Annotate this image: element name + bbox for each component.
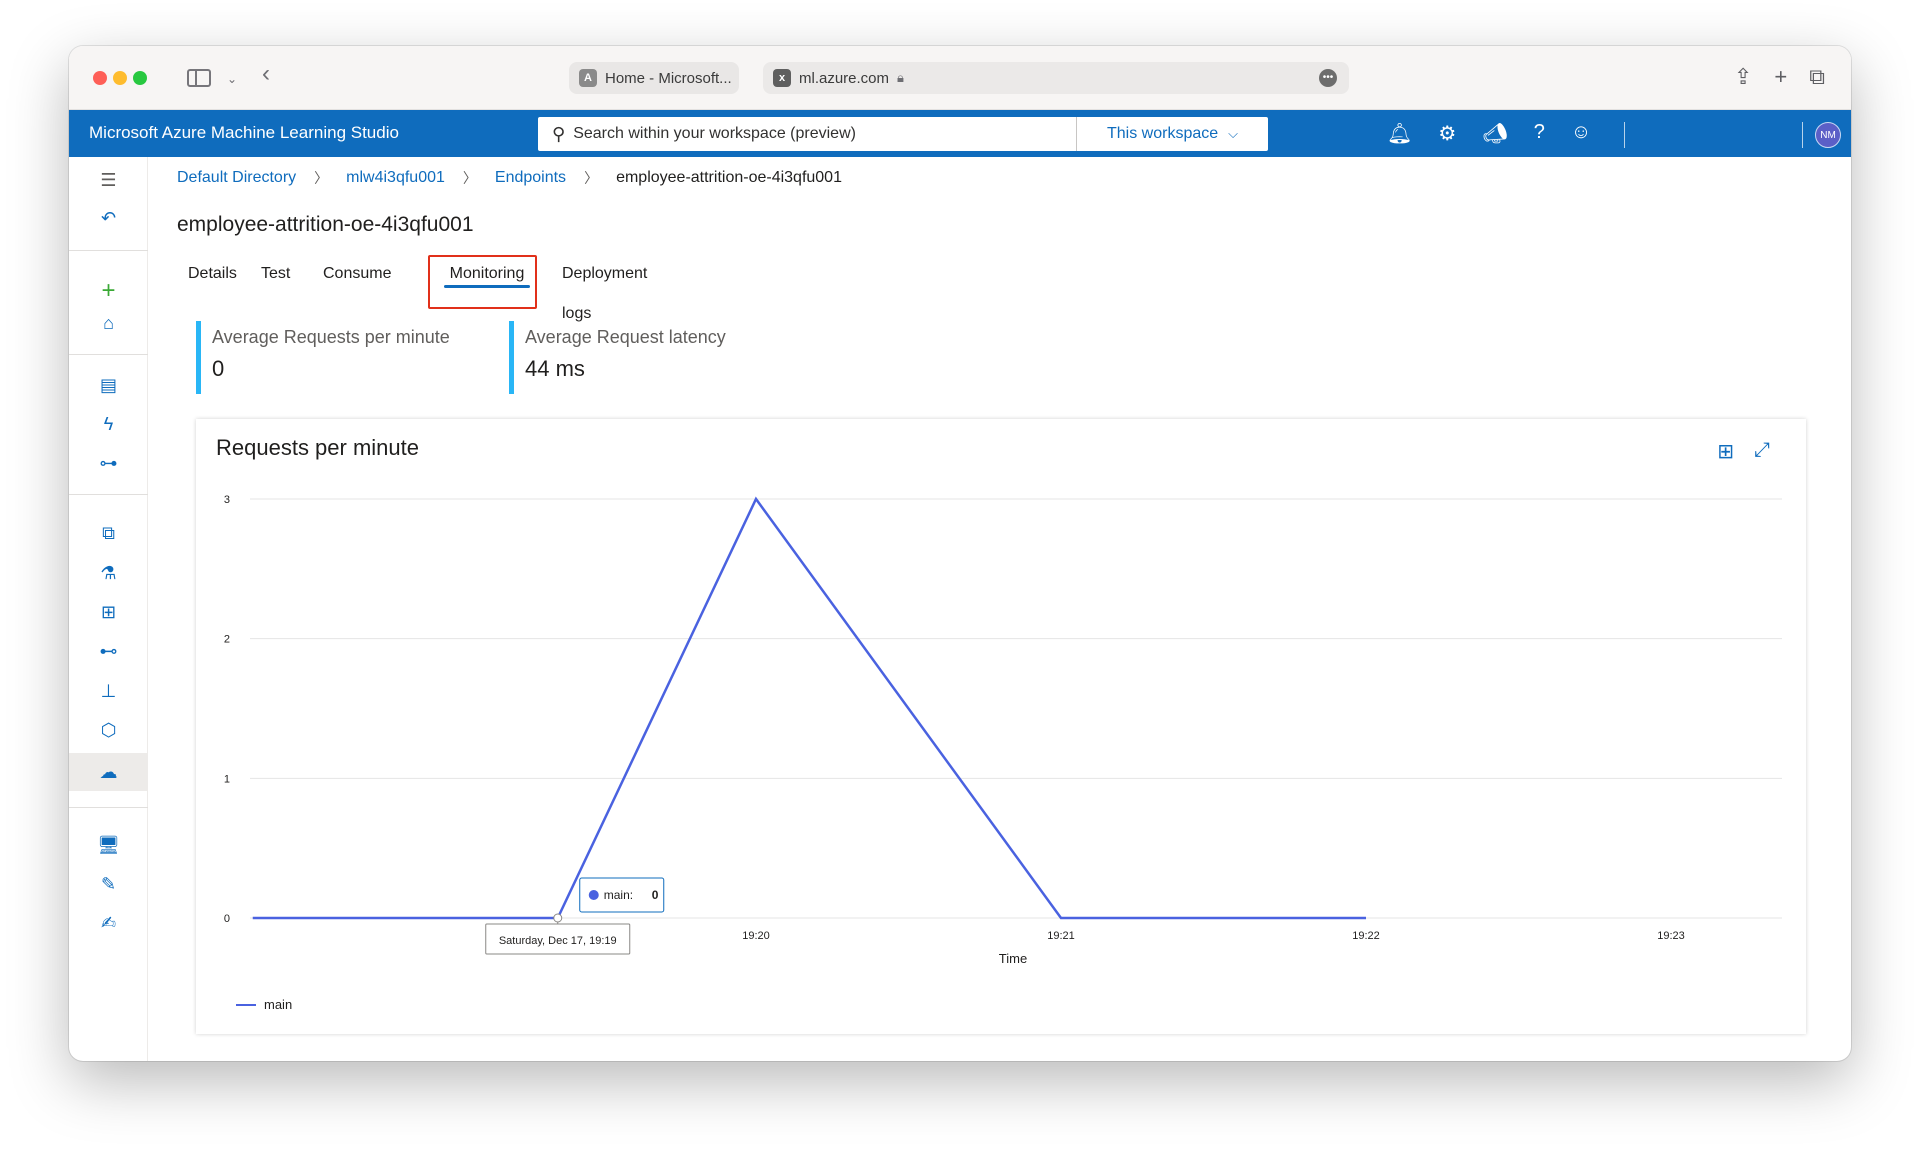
x-axis-label: Time — [999, 951, 1027, 966]
tooltip-series-label: main: — [604, 888, 633, 902]
undo-back-icon[interactable]: ↶ — [69, 202, 148, 234]
minimize-window-button[interactable] — [113, 71, 127, 85]
y-tick-label: 0 — [224, 913, 230, 925]
data-icon[interactable]: ⧉ — [69, 517, 148, 549]
browser-toolbar: ⌄ ‹ A Home - Microsoft... x ml.azure.com… — [69, 46, 1851, 110]
bell-icon[interactable]: 🔔︎ — [1387, 121, 1412, 146]
requests-chart: 0 1 2 3 19:20 19:21 19:22 19:23 Time main: 0 Saturd… — [224, 494, 1782, 966]
workspace-search[interactable]: ⚲ Search within your workspace (preview)… — [538, 117, 1268, 151]
tooltip-value: 0 — [652, 888, 659, 902]
help-icon[interactable]: ? — [1534, 121, 1545, 146]
metric-avg-latency: Average Request latency 44 ms — [509, 321, 799, 394]
metric-value: 44 ms — [525, 356, 585, 381]
chart-legend[interactable]: main — [236, 997, 292, 1012]
metric-avg-requests: Average Requests per minute 0 — [196, 321, 486, 394]
gear-icon[interactable]: ⚙ — [1438, 121, 1456, 146]
highlight-box — [428, 255, 537, 309]
hover-point — [553, 913, 563, 923]
share-icon[interactable]: ⇪ — [1734, 64, 1752, 90]
labeling-icon[interactable]: ✍ — [69, 907, 148, 939]
plus-icon[interactable]: + — [69, 275, 148, 307]
chevron-down-icon: ⌵ — [1228, 126, 1238, 141]
metric-label: Average Requests per minute — [212, 327, 450, 347]
designer-icon[interactable]: ⊶ — [69, 447, 148, 479]
x-tick-label: 19:20 — [742, 930, 770, 942]
page-title: employee-attrition-oe-4i3qfu001 — [177, 213, 474, 236]
metric-value: 0 — [212, 356, 225, 381]
close-window-button[interactable] — [93, 71, 107, 85]
search-icon: ⚲ — [552, 123, 566, 144]
lock-icon: 🔒︎ — [897, 70, 904, 85]
header-divider — [1802, 122, 1803, 148]
home-icon[interactable]: ⌂ — [69, 307, 148, 339]
x-tick-label: 19:21 — [1047, 930, 1075, 942]
pipelines-icon[interactable]: ⊷ — [69, 635, 148, 667]
time-tooltip-label: Saturday, Dec 17, 19:19 — [499, 935, 617, 947]
nav-divider — [69, 494, 148, 495]
y-tick-label: 3 — [224, 494, 230, 506]
azure-favicon-icon: A — [579, 69, 597, 87]
nav-divider — [69, 807, 148, 808]
scope-label: This workspace — [1106, 125, 1219, 142]
flask-icon[interactable]: ⚗ — [69, 557, 148, 589]
automl-icon[interactable]: ϟ — [69, 408, 148, 440]
smiley-icon[interactable]: ☺ — [1571, 121, 1591, 146]
tooltip-swatch — [588, 890, 599, 900]
new-tab-icon[interactable]: + — [1774, 64, 1787, 90]
header-divider — [1624, 122, 1625, 148]
browser-tab-active[interactable]: x ml.azure.com 🔒︎ ••• — [763, 62, 1349, 94]
compute-icon[interactable]: 🖥︎ — [69, 829, 148, 861]
app-title: Microsoft Azure Machine Learning Studio — [89, 123, 399, 142]
y-tick-label: 1 — [224, 773, 230, 785]
sidebar-toggle-icon[interactable] — [187, 69, 211, 87]
chevron-right-icon: 〉 — [462, 170, 477, 186]
zoom-window-button[interactable] — [133, 71, 147, 85]
browser-tab-home[interactable]: A Home - Microsoft... — [569, 62, 739, 94]
app-header: Microsoft Azure Machine Learning Studio … — [69, 110, 1851, 157]
breadcrumb: Default Directory 〉 mlw4i3qfu001 〉 Endpo… — [177, 168, 842, 188]
chevron-down-icon[interactable]: ⌄ — [227, 67, 237, 91]
megaphone-icon[interactable]: 📣︎ — [1482, 121, 1507, 146]
tab-test[interactable]: Test — [261, 254, 290, 294]
browser-tab-label: Home - Microsoft... — [605, 69, 732, 87]
endpoints-icon[interactable]: ☁ — [69, 753, 148, 791]
avatar[interactable]: NM — [1815, 122, 1841, 148]
breadcrumb-link[interactable]: Default Directory — [177, 169, 296, 187]
nav-divider — [69, 354, 148, 355]
breadcrumb-current: employee-attrition-oe-4i3qfu001 — [616, 169, 842, 186]
scope-dropdown[interactable]: This workspace ⌵ — [1076, 117, 1268, 151]
ml-favicon-icon: x — [773, 69, 791, 87]
back-arrow-icon[interactable]: ‹ — [262, 62, 270, 86]
chart-card: Requests per minute ⊞ ⤢ 0 1 2 3 19:20 19:21 19… — [196, 419, 1806, 1034]
breadcrumb-link[interactable]: mlw4i3qfu001 — [346, 169, 445, 187]
tab-consume[interactable]: Consume — [323, 254, 391, 294]
legend-label: main — [264, 997, 293, 1012]
linked-services-icon[interactable]: ✎ — [69, 868, 148, 900]
left-nav: ☰ ↶ + ⌂ ▤ ϟ ⊶ ⧉ ⚗ ⊞ ⊷ ⊥ ⬡ ☁ 🖥︎ ✎ ✍ — [69, 157, 148, 1061]
chevron-right-icon: 〉 — [314, 170, 329, 186]
tab-details[interactable]: Details — [188, 254, 237, 294]
browser-window: ⌄ ‹ A Home - Microsoft... x ml.azure.com… — [69, 46, 1851, 1061]
models-icon[interactable]: ⬡ — [69, 714, 148, 746]
tab-deployment-logs[interactable]: Deployment logs — [562, 254, 647, 322]
notebook-icon[interactable]: ▤ — [69, 369, 148, 401]
chevron-right-icon: 〉 — [584, 170, 599, 186]
search-input[interactable]: Search within your workspace (preview) — [573, 125, 856, 143]
nav-divider — [69, 250, 148, 251]
address-bar-url: ml.azure.com — [799, 69, 890, 87]
more-options-icon[interactable]: ••• — [1319, 69, 1337, 87]
metric-label: Average Request latency — [525, 327, 726, 347]
components-icon[interactable]: ⊞ — [69, 596, 148, 628]
x-tick-label: 19:22 — [1352, 930, 1380, 942]
environments-icon[interactable]: ⊥ — [69, 675, 148, 707]
x-tick-label: 19:23 — [1657, 930, 1685, 942]
legend-swatch — [236, 1003, 256, 1006]
y-tick-label: 2 — [224, 634, 230, 646]
series-line-main — [252, 496, 1366, 920]
tab-overview-icon[interactable]: ⧉ — [1809, 64, 1825, 90]
breadcrumb-link[interactable]: Endpoints — [495, 169, 566, 187]
hamburger-menu-icon[interactable]: ☰ — [69, 164, 148, 196]
